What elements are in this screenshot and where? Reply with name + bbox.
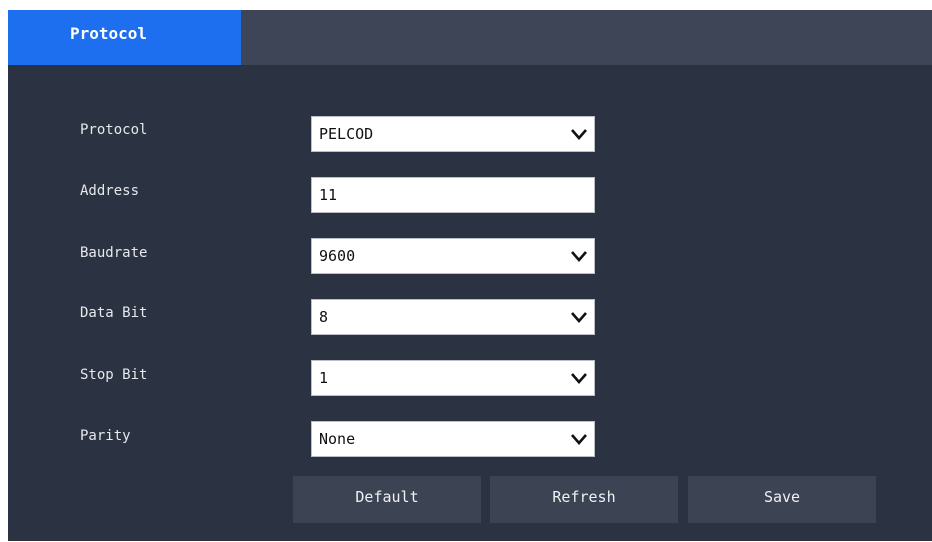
- save-button[interactable]: Save: [688, 476, 876, 523]
- protocol-label: Protocol: [80, 122, 148, 138]
- address-input[interactable]: 11: [311, 177, 595, 213]
- parity-value: None: [319, 430, 356, 448]
- default-button[interactable]: Default: [293, 476, 481, 523]
- parity-select[interactable]: None: [311, 421, 595, 457]
- chevron-down-icon: [571, 129, 587, 140]
- refresh-button[interactable]: Refresh: [490, 476, 678, 523]
- protocol-select[interactable]: PELCOD: [311, 116, 595, 152]
- address-value: 11: [319, 186, 338, 204]
- baudrate-select[interactable]: 9600: [311, 238, 595, 274]
- tab-bar: Protocol: [8, 10, 932, 65]
- tab-protocol[interactable]: Protocol: [8, 10, 241, 65]
- stop-bit-label: Stop Bit: [80, 367, 148, 383]
- baudrate-label: Baudrate: [80, 245, 148, 261]
- chevron-down-icon: [571, 251, 587, 262]
- protocol-settings-panel: Protocol Protocol PELCOD Address 11 Baud…: [8, 10, 932, 541]
- chevron-down-icon: [571, 434, 587, 445]
- chevron-down-icon: [571, 373, 587, 384]
- data-bit-select[interactable]: 8: [311, 299, 595, 335]
- stop-bit-select[interactable]: 1: [311, 360, 595, 396]
- chevron-down-icon: [571, 312, 587, 323]
- parity-label: Parity: [80, 428, 131, 444]
- data-bit-label: Data Bit: [80, 305, 148, 321]
- data-bit-value: 8: [319, 308, 329, 326]
- address-label: Address: [80, 183, 140, 199]
- baudrate-value: 9600: [319, 247, 356, 265]
- stop-bit-value: 1: [319, 369, 329, 387]
- protocol-value: PELCOD: [319, 125, 374, 143]
